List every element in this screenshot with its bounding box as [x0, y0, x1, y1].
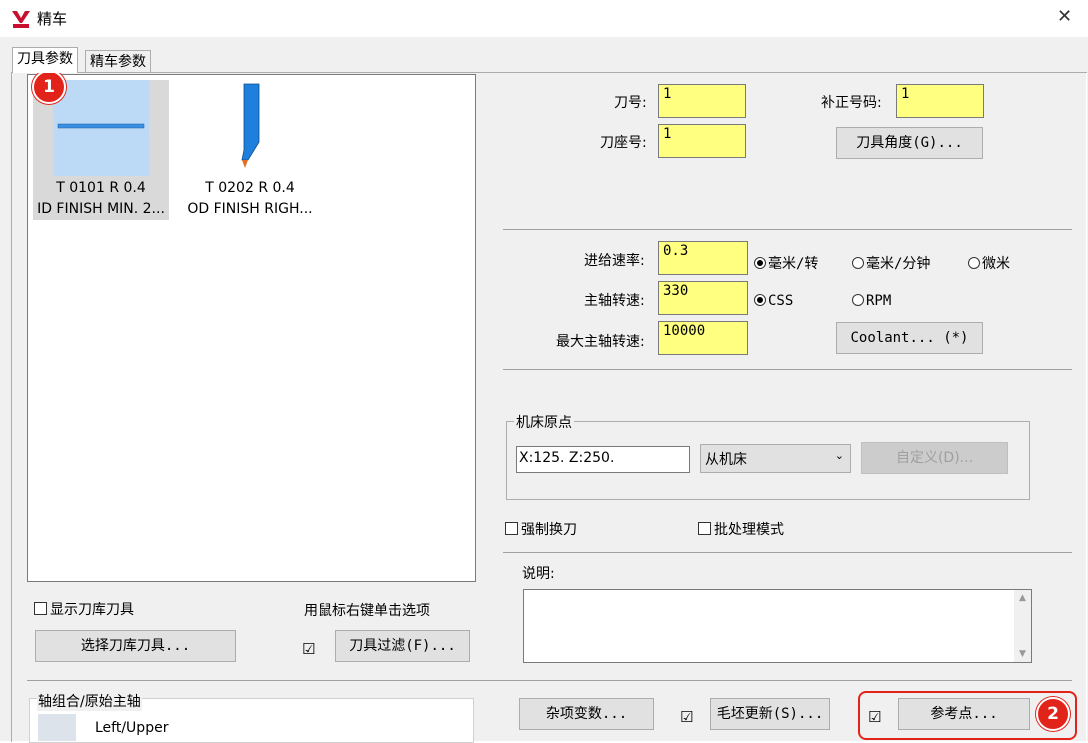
separator-2	[503, 369, 1072, 370]
tool-thumbnail-2[interactable]	[200, 80, 296, 176]
machine-origin-label: 机床原点	[514, 412, 574, 432]
tool-number-label: 刀号:	[614, 95, 647, 111]
define-button: 自定义(D)...	[861, 442, 1008, 474]
radio-off-icon	[852, 257, 864, 269]
rpm-label: RPM	[866, 293, 892, 309]
radio-on-icon	[754, 294, 766, 306]
machine-origin-field[interactable]: X:125. Z:250.	[516, 446, 690, 473]
separator-3	[503, 552, 1072, 553]
checkbox-icon	[505, 522, 518, 535]
css-label: CSS	[768, 293, 794, 309]
callout-badge-1: 1	[32, 70, 66, 104]
offset-field[interactable]: 1	[896, 84, 984, 118]
id-finish-tool-icon	[57, 123, 145, 129]
show-library-label: 显示刀库刀具	[50, 602, 134, 618]
tab-tool-params[interactable]: 刀具参数	[12, 47, 78, 73]
station-field[interactable]: 1	[658, 124, 746, 158]
tool-number-field[interactable]: 1	[658, 84, 746, 118]
misc-values-button[interactable]: 杂项变数...	[519, 698, 654, 730]
select-library-button[interactable]: 选择刀库刀具...	[35, 630, 236, 662]
stock-update-checkbox[interactable]: ☑	[680, 708, 693, 726]
batch-mode-checkbox[interactable]: 批处理模式	[698, 519, 784, 539]
separator-1	[503, 229, 1072, 230]
scroll-down-icon[interactable]: ▼	[1014, 649, 1031, 659]
machine-origin-select[interactable]: 从机床 ⌄	[700, 444, 851, 473]
machine-origin-select-value: 从机床	[705, 452, 747, 468]
show-library-checkbox[interactable]: 显示刀库刀具	[34, 599, 134, 619]
mm-per-rev-label: 毫米/转	[768, 256, 819, 272]
radio-rpm[interactable]: RPM	[852, 293, 891, 309]
axis-combo-icon	[38, 714, 76, 741]
ref-point-checkbox[interactable]: ☑	[868, 708, 881, 726]
chevron-down-icon: ⌄	[834, 449, 844, 462]
radio-mm-per-rev[interactable]: 毫米/转	[754, 253, 818, 273]
radio-micron[interactable]: 微米	[968, 253, 1010, 273]
notes-textarea[interactable]: ▲ ▼	[523, 589, 1032, 663]
title-bar	[0, 0, 1088, 37]
radio-on-icon	[754, 257, 766, 269]
notes-label: 说明:	[522, 566, 555, 582]
station-label: 刀座号:	[600, 135, 647, 151]
radio-off-icon	[968, 257, 980, 269]
max-spindle-label: 最大主轴转速:	[556, 334, 645, 350]
app-logo-icon	[12, 11, 30, 28]
axis-combo-value[interactable]: Left/Upper	[95, 720, 168, 736]
feed-rate-label: 进给速率:	[584, 253, 645, 269]
callout-badge-2: 2	[1036, 697, 1070, 731]
axis-combo-label: 轴组合/原始主轴	[37, 691, 142, 711]
tool-item-1[interactable]: T 0101 R 0.4 ID FINISH MIN. 2...	[33, 178, 169, 220]
tool-1-id: T 0101 R 0.4	[56, 180, 146, 196]
scroll-up-icon[interactable]: ▲	[1014, 593, 1031, 603]
mm-per-min-label: 毫米/分钟	[866, 256, 931, 272]
force-tool-change-checkbox[interactable]: 强制换刀	[505, 519, 577, 539]
right-click-hint: 用鼠标右键单击选项	[304, 603, 430, 619]
radio-off-icon	[852, 294, 864, 306]
micron-label: 微米	[982, 256, 1010, 272]
checkbox-icon	[698, 522, 711, 535]
ref-point-button[interactable]: 参考点...	[898, 698, 1030, 730]
batch-mode-label: 批处理模式	[714, 522, 784, 538]
tool-item-2[interactable]: T 0202 R 0.4 OD FINISH RIGH...	[180, 178, 320, 220]
coolant-button[interactable]: Coolant... (*)	[836, 322, 983, 354]
window-title: 精车	[37, 10, 68, 28]
feed-rate-field[interactable]: 0.3	[658, 241, 748, 275]
stock-update-button[interactable]: 毛坯更新(S)...	[710, 698, 830, 730]
tab-finish-params[interactable]: 精车参数	[85, 50, 151, 73]
max-spindle-field[interactable]: 10000	[658, 321, 748, 355]
show-library-check-icon	[34, 602, 47, 615]
tool-filter-button[interactable]: 刀具过滤(F)...	[335, 630, 470, 662]
tool-2-id: T 0202 R 0.4	[205, 180, 295, 196]
separator-4	[27, 680, 1072, 681]
force-tool-change-label: 强制换刀	[521, 522, 577, 538]
od-finish-tool-icon	[241, 83, 260, 168]
tool-1-desc: ID FINISH MIN. 2...	[37, 201, 165, 217]
radio-css[interactable]: CSS	[754, 293, 793, 309]
spindle-speed-label: 主轴转速:	[584, 293, 645, 309]
offset-label: 补正号码:	[821, 95, 882, 111]
tool-2-desc: OD FINISH RIGH...	[187, 201, 313, 217]
tool-angle-button[interactable]: 刀具角度(G)...	[836, 127, 983, 159]
spindle-speed-field[interactable]: 330	[658, 281, 748, 315]
tool-filter-checkbox[interactable]: ☑	[302, 640, 315, 658]
tool-thumbnail-1[interactable]	[53, 80, 149, 176]
radio-mm-per-min[interactable]: 毫米/分钟	[852, 253, 930, 273]
notes-scrollbar[interactable]: ▲ ▼	[1014, 590, 1031, 662]
close-icon[interactable]: ✕	[1057, 6, 1072, 27]
